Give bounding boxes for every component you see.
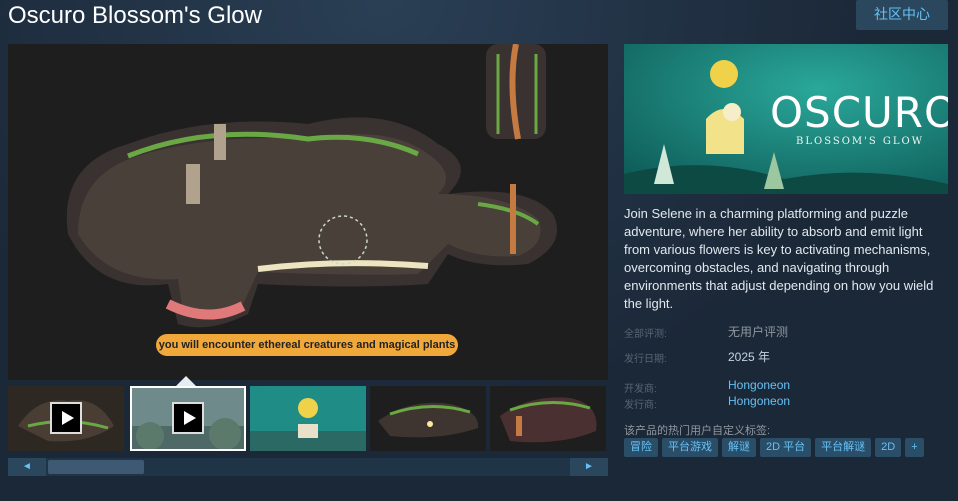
tag-adventure[interactable]: 冒险 bbox=[624, 438, 658, 457]
thumbnail-scrollbar[interactable]: ◄ ► bbox=[8, 458, 608, 476]
capsule-logo-subtitle: BLOSSOM'S GLOW bbox=[796, 136, 925, 147]
release-date-label: 发行日期: bbox=[624, 354, 667, 365]
scroll-left-button[interactable]: ◄ bbox=[8, 458, 46, 476]
tag-platformer[interactable]: 平台游戏 bbox=[662, 438, 718, 457]
game-scene-image bbox=[8, 44, 608, 380]
publisher-link[interactable]: Hongoneon bbox=[728, 394, 790, 408]
main-screenshot[interactable]: you will encounter ethereal creatures an… bbox=[8, 44, 608, 380]
play-icon bbox=[172, 402, 204, 434]
developer-label: 开发商: bbox=[624, 384, 657, 395]
capsule-logo-text: OSCURO bbox=[770, 88, 948, 137]
tag-puzzle[interactable]: 解谜 bbox=[722, 438, 756, 457]
thumbnail-video-2[interactable] bbox=[130, 386, 246, 451]
publisher-label: 发行商: bbox=[624, 400, 657, 411]
reviews-label: 全部评测: bbox=[624, 329, 667, 340]
community-hub-button[interactable]: 社区中心 bbox=[856, 0, 948, 30]
thumbnail-image-3[interactable] bbox=[250, 386, 366, 451]
scrollbar-handle[interactable] bbox=[48, 460, 144, 474]
scroll-right-button[interactable]: ► bbox=[570, 458, 608, 476]
tag-puzzle-platformer[interactable]: 平台解谜 bbox=[815, 438, 872, 457]
reviews-value: 无用户评测 bbox=[728, 325, 789, 339]
thumbnail-strip bbox=[8, 386, 608, 452]
thumbnail-image-5[interactable] bbox=[490, 386, 606, 451]
thumbnail-video-1[interactable] bbox=[8, 386, 124, 451]
play-icon bbox=[50, 402, 82, 434]
selected-thumb-indicator bbox=[176, 376, 196, 386]
add-tag-button[interactable]: + bbox=[905, 438, 924, 457]
tag-2d-platformer[interactable]: 2D 平台 bbox=[760, 438, 812, 457]
release-date-value: 2025 年 bbox=[728, 350, 771, 364]
tag-2d[interactable]: 2D bbox=[875, 438, 902, 457]
thumbnail-image-4[interactable] bbox=[370, 386, 486, 451]
tags-title: 该产品的热门用户自定义标签: bbox=[624, 425, 771, 437]
page-title: Oscuro Blossom's Glow bbox=[8, 2, 262, 29]
developer-link[interactable]: Hongoneon bbox=[728, 378, 790, 392]
header-capsule-image: OSCURO BLOSSOM'S GLOW bbox=[624, 44, 948, 194]
video-caption: you will encounter ethereal creatures an… bbox=[156, 334, 458, 356]
game-description: Join Selene in a charming platforming an… bbox=[624, 206, 934, 311]
tag-list: 冒险 平台游戏 解谜 2D 平台 平台解谜 2D + bbox=[624, 438, 924, 457]
